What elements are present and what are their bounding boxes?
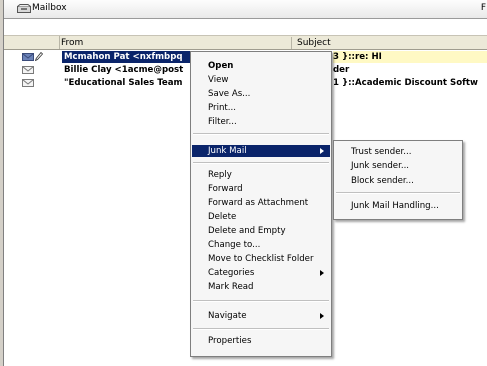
menu-separator bbox=[336, 192, 460, 194]
column-header-subject[interactable]: Subject bbox=[297, 37, 331, 49]
mailbox-icon bbox=[17, 4, 31, 13]
menu-item-save-as[interactable]: Save As... bbox=[192, 88, 330, 100]
envelope-icon bbox=[22, 53, 34, 61]
menu-item-navigate[interactable]: Navigate bbox=[192, 310, 330, 322]
menu-item-forward[interactable]: Forward bbox=[192, 183, 330, 195]
message-icon-cell bbox=[4, 51, 60, 63]
menu-item-reply[interactable]: Reply bbox=[192, 169, 330, 181]
menu-item-forward-as-attachment[interactable]: Forward as Attachment bbox=[192, 197, 330, 209]
menu-item-delete-and-empty[interactable]: Delete and Empty bbox=[192, 225, 330, 237]
folder-title: Mailbox bbox=[32, 3, 67, 13]
submenu-arrow-icon bbox=[320, 148, 324, 154]
title-right-text: F bbox=[480, 3, 486, 13]
message-subject[interactable]: 3 }::re: HI bbox=[333, 51, 382, 63]
column-header: From Subject bbox=[4, 35, 487, 50]
column-header-icons[interactable] bbox=[4, 36, 60, 49]
submenu-item-block-sender[interactable]: Block sender... bbox=[335, 175, 461, 187]
menu-item-move-to-checklist[interactable]: Move to Checklist Folder bbox=[192, 253, 330, 265]
message-subject[interactable]: der bbox=[333, 64, 349, 76]
context-menu: Open View Save As... Print... Filter... … bbox=[190, 51, 332, 357]
menu-separator bbox=[193, 133, 329, 135]
menu-item-categories[interactable]: Categories bbox=[192, 267, 330, 279]
envelope-icon bbox=[22, 79, 34, 87]
menu-item-print[interactable]: Print... bbox=[192, 102, 330, 114]
menu-item-junk-mail[interactable]: Junk Mail bbox=[192, 145, 330, 157]
message-subject[interactable]: 1 }::Academic Discount Softw bbox=[333, 77, 478, 89]
pencil-icon bbox=[35, 52, 43, 61]
menu-separator bbox=[193, 300, 329, 302]
folder-title-bar: Mailbox F bbox=[4, 0, 487, 19]
submenu-item-trust-sender[interactable]: Trust sender... bbox=[335, 146, 461, 158]
menu-item-properties[interactable]: Properties bbox=[192, 335, 330, 347]
menu-item-open[interactable]: Open bbox=[192, 60, 330, 72]
submenu-arrow-icon bbox=[320, 270, 324, 276]
menu-separator bbox=[193, 162, 329, 164]
menu-item-mark-read[interactable]: Mark Read bbox=[192, 281, 330, 293]
junk-mail-submenu: Trust sender... Junk sender... Block sen… bbox=[333, 140, 463, 220]
menu-item-filter[interactable]: Filter... bbox=[192, 116, 330, 128]
column-header-from[interactable]: From bbox=[61, 37, 292, 49]
submenu-item-junk-mail-handling[interactable]: Junk Mail Handling... bbox=[335, 200, 461, 212]
submenu-item-junk-sender[interactable]: Junk sender... bbox=[335, 160, 461, 172]
menu-item-delete[interactable]: Delete bbox=[192, 211, 330, 223]
menu-item-view[interactable]: View bbox=[192, 74, 330, 86]
toolbar-area bbox=[4, 19, 487, 35]
menu-separator bbox=[193, 328, 329, 330]
menu-item-change-to[interactable]: Change to... bbox=[192, 239, 330, 251]
menu-item-label: Junk Mail bbox=[208, 146, 247, 156]
submenu-arrow-icon bbox=[320, 313, 324, 319]
message-icon-cell bbox=[4, 77, 60, 89]
envelope-icon bbox=[22, 66, 34, 74]
menu-item-label: Categories bbox=[208, 268, 255, 278]
message-icon-cell bbox=[4, 64, 60, 76]
menu-item-label: Navigate bbox=[208, 311, 247, 321]
